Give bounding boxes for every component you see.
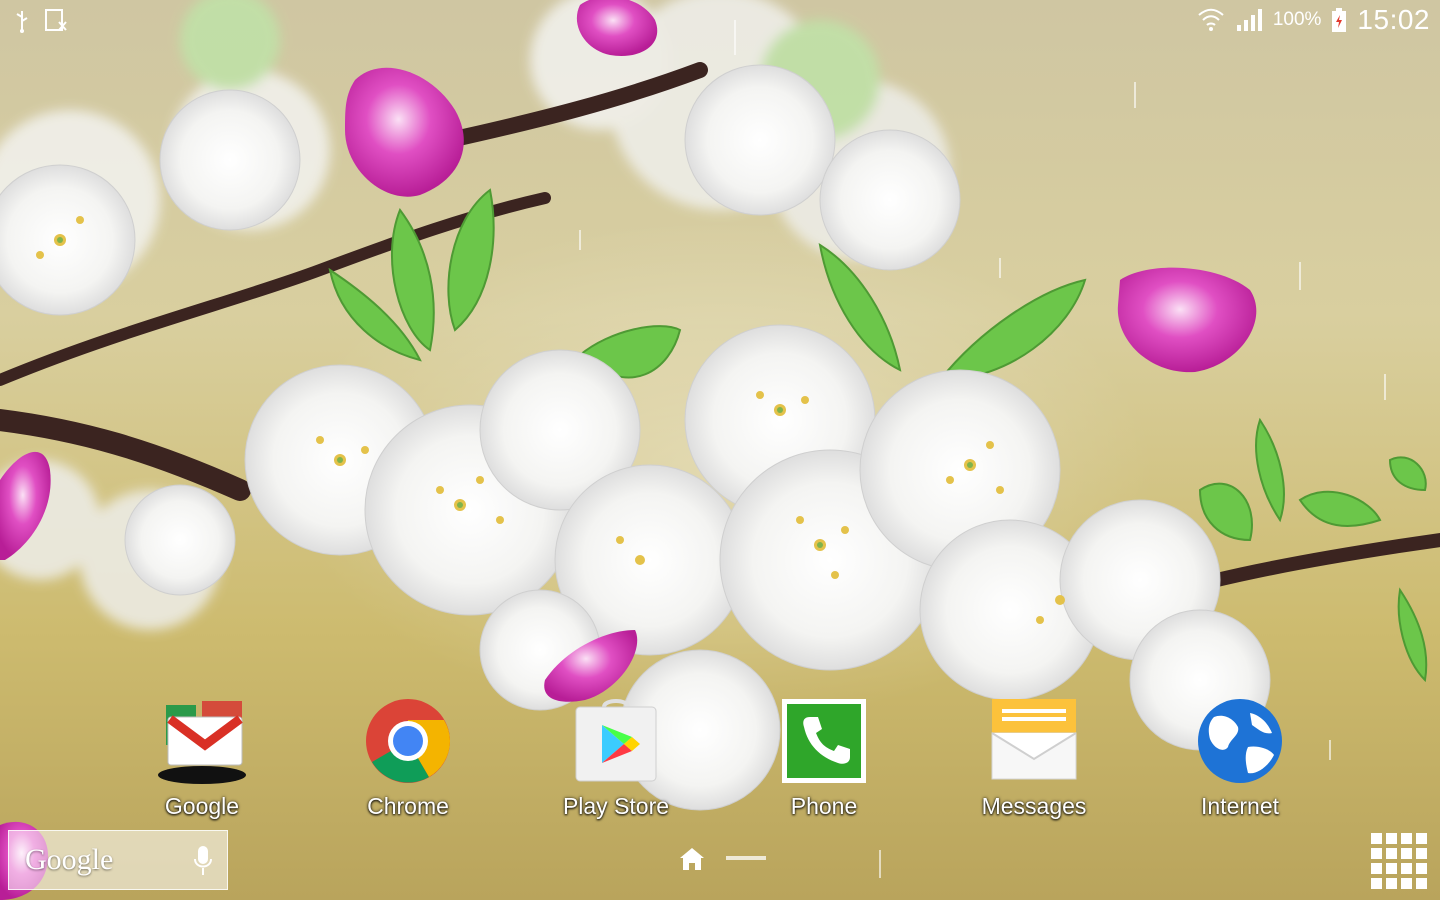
app-label: Phone: [790, 793, 858, 819]
app-label: Internet: [1201, 793, 1279, 819]
status-bar: 100% 15:02: [0, 0, 1440, 40]
page-dash[interactable]: [726, 856, 766, 860]
google-logo: Google: [25, 843, 114, 876]
home-icon[interactable]: [680, 848, 704, 870]
battery-percent: 100%: [1272, 9, 1322, 30]
chrome-icon: [366, 699, 450, 783]
app-play-store[interactable]: Play Store: [536, 695, 696, 825]
app-phone[interactable]: Phone: [744, 695, 904, 825]
app-label: Play Store: [562, 793, 670, 819]
app-internet[interactable]: Internet: [1160, 695, 1320, 825]
app-drawer-grid-icon[interactable]: [1370, 832, 1428, 890]
gmail-icon: [158, 701, 246, 784]
app-label: Chrome: [367, 793, 449, 819]
messages-icon: [991, 699, 1077, 780]
clock: 15:02: [1357, 4, 1430, 35]
play-store-icon: [575, 699, 657, 782]
app-label: Google: [164, 793, 240, 819]
app-chrome[interactable]: Chrome: [328, 695, 488, 825]
microphone-icon[interactable]: [193, 845, 213, 877]
wifi-icon: [1198, 8, 1224, 31]
page-indicator: [680, 848, 766, 870]
battery-icon: [1332, 8, 1347, 32]
app-label: Messages: [981, 793, 1087, 819]
usb-icon: [16, 11, 28, 33]
google-search-bar[interactable]: Google: [8, 830, 228, 890]
app-messages[interactable]: Messages: [954, 695, 1114, 825]
globe-icon: [1198, 699, 1282, 783]
signal-icon: [1236, 9, 1262, 31]
phone-icon: [782, 699, 866, 783]
app-google-folder[interactable]: Google: [122, 695, 282, 825]
media-icon: [45, 9, 67, 31]
